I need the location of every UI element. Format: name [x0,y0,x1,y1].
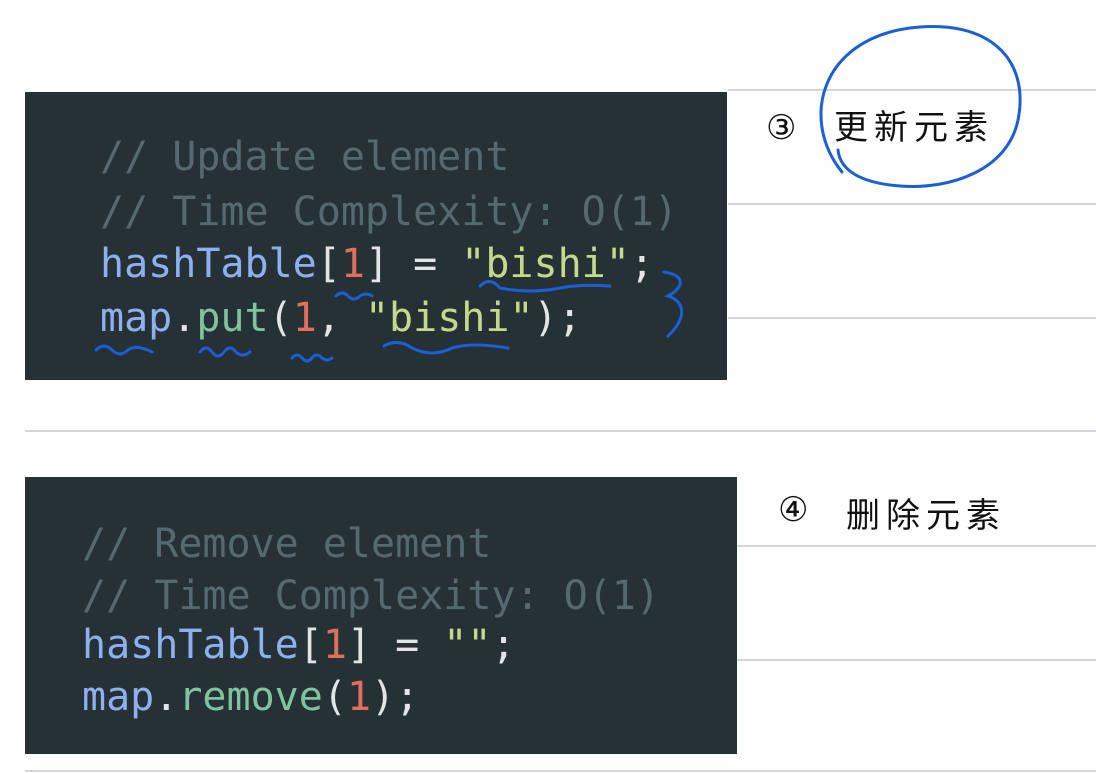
ink-squiggle [290,353,334,363]
ink-brace [662,270,683,338]
ink-annotations [94,25,1022,363]
ink-squiggle [382,341,510,355]
ink-squiggle [478,280,612,293]
ink-squiggle [334,291,374,301]
ink-squiggle [94,344,154,356]
ink-squiggle [198,346,252,358]
ink-circle [819,25,1022,188]
